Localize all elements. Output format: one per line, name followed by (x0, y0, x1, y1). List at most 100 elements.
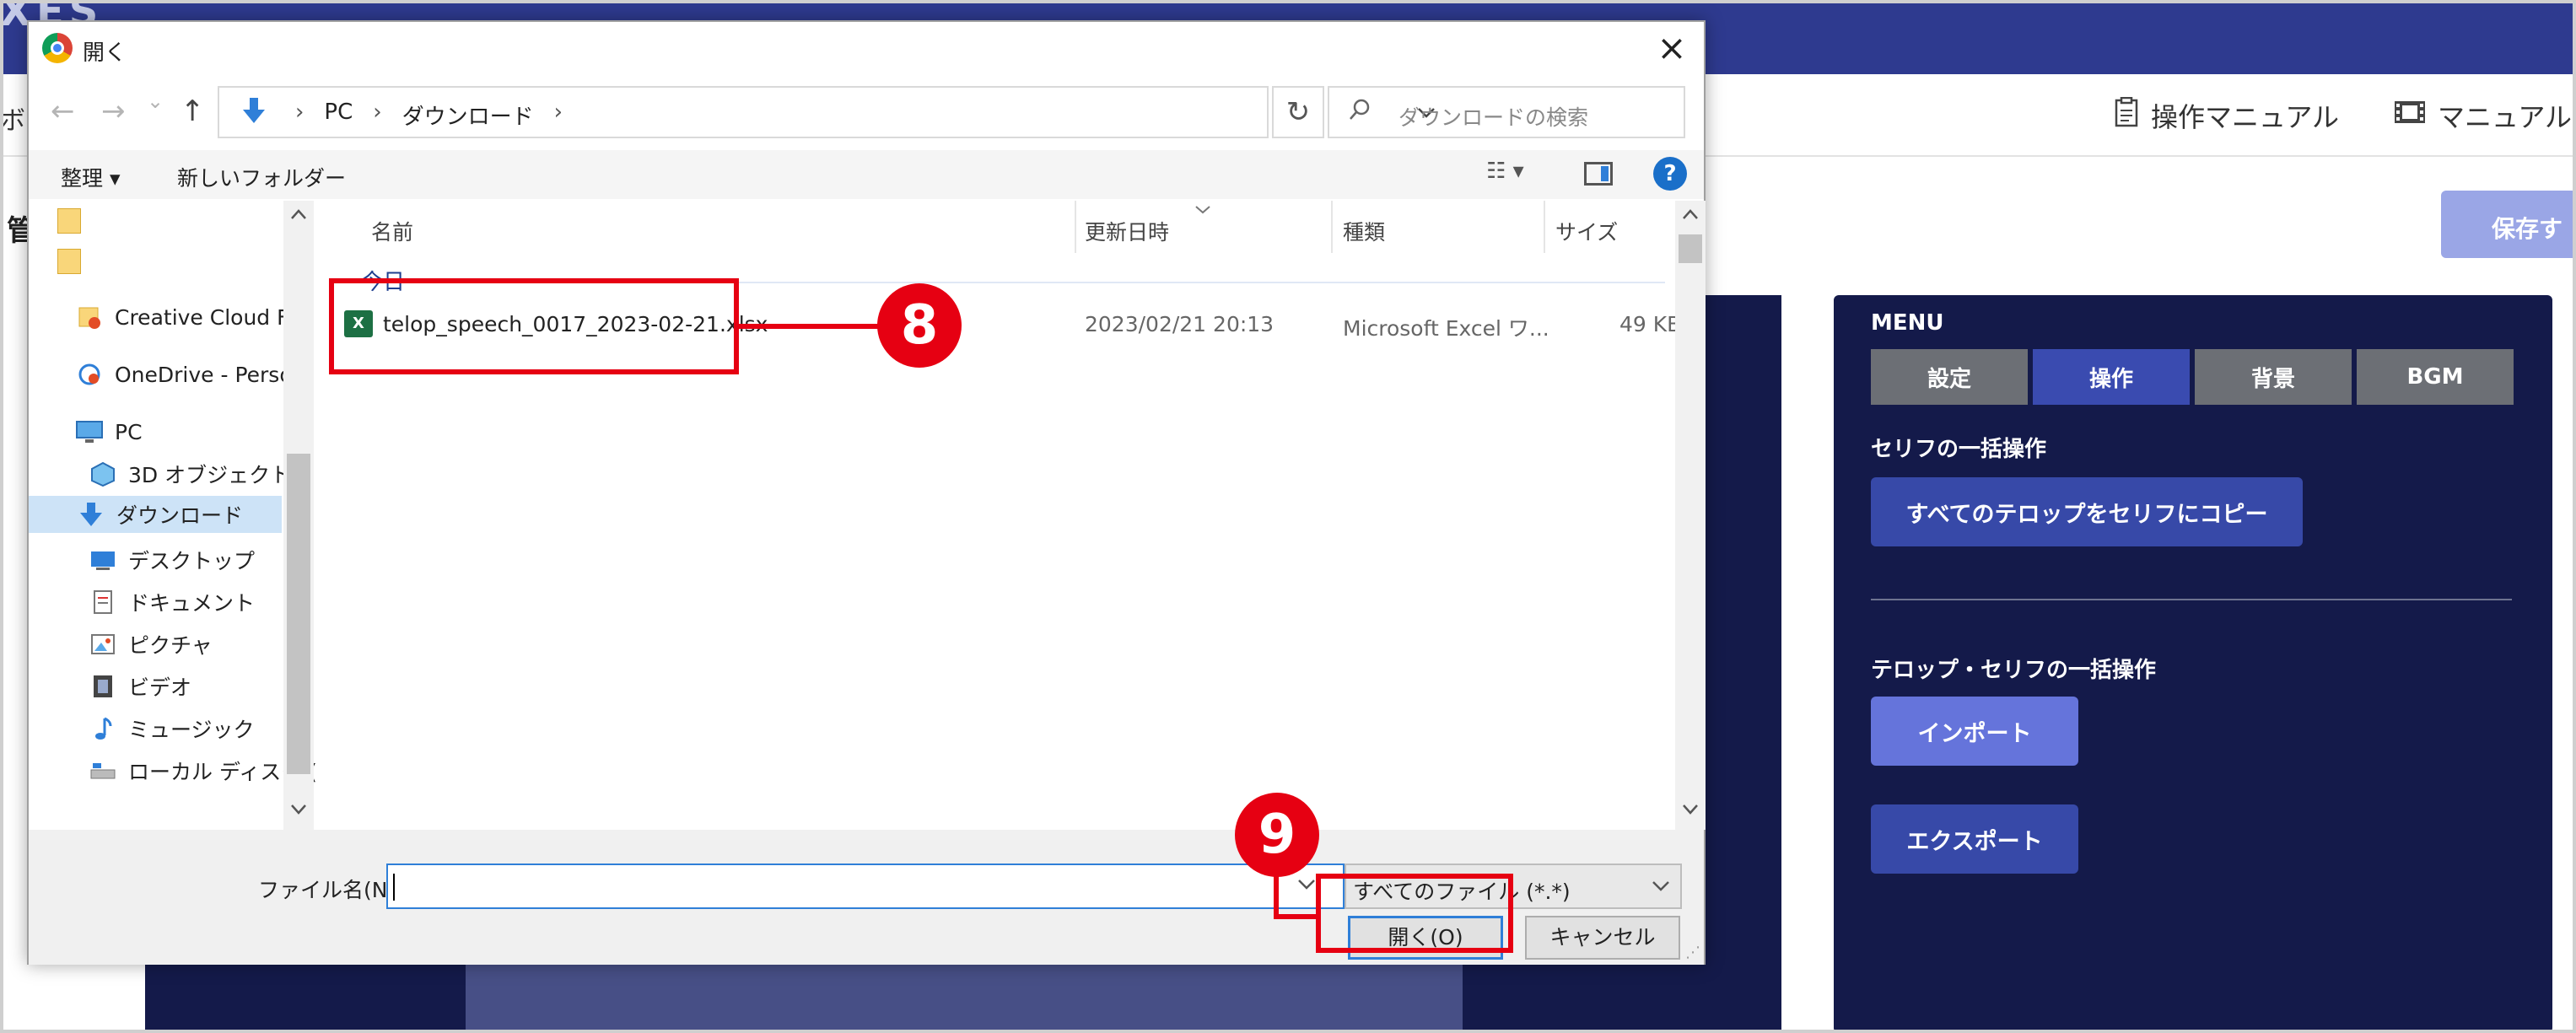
view-options-icon[interactable]: ☷ ▾ (1486, 159, 1524, 184)
nav-item-label: デスクトップ (128, 549, 256, 573)
preview-area (466, 961, 1463, 1033)
nav-item-documents[interactable]: ドキュメント (88, 584, 255, 621)
navigation-pane-scrollbar[interactable] (283, 201, 314, 830)
video-manual-link-label: マニュアル (2438, 101, 2573, 133)
file-date: 2023/02/21 20:13 (1085, 312, 1275, 336)
navigation-pane: Creative Cloud File OneDrive - Person PC… (29, 201, 331, 830)
nav-item-label: ビデオ (128, 675, 192, 700)
3d-objects-icon (88, 461, 118, 487)
nav-item-label: ミュージック (128, 718, 255, 742)
filename-input[interactable] (386, 864, 1345, 909)
nav-item-label: PC (115, 419, 143, 444)
document-icon (2114, 96, 2139, 134)
breadcrumb-pc[interactable]: PC (324, 100, 353, 131)
manual-link[interactable]: 操作マニュアル (2114, 96, 2339, 135)
nav-item-downloads[interactable]: ダウンロード (29, 496, 282, 533)
column-header-date[interactable]: 更新日時 (1085, 216, 1169, 246)
pictures-icon (88, 632, 118, 656)
preview-pane-icon[interactable] (1584, 162, 1613, 186)
nav-item-pc[interactable]: PC (74, 413, 143, 450)
new-folder-button[interactable]: 新しいフォルダー (177, 162, 346, 192)
download-folder-icon (241, 96, 267, 132)
nav-item-music[interactable]: ミュージック (88, 710, 255, 747)
filename-dropdown-icon[interactable] (1297, 872, 1316, 896)
callout-line-8 (739, 324, 891, 329)
nav-item-label: 3D オブジェクト (128, 463, 292, 487)
file-size: 49 KB (1619, 312, 1682, 336)
scroll-down-icon[interactable] (290, 799, 307, 820)
column-divider[interactable] (1544, 201, 1545, 253)
scroll-down-icon[interactable] (1682, 799, 1699, 820)
filename-label: ファイル名(N): (258, 878, 403, 902)
text-caret (393, 874, 395, 901)
menu-title: MENU (1871, 310, 1944, 336)
command-bar: 整理 ▾ 新しいフォルダー ☷ ▾ ? (29, 150, 1704, 199)
column-header-name[interactable]: 名前 (371, 216, 413, 246)
dialog-title: 開く (83, 40, 127, 66)
back-arrow-icon[interactable]: ← (51, 94, 75, 128)
column-divider[interactable] (1075, 201, 1076, 253)
callout-line-9 (1274, 874, 1279, 917)
column-header-size[interactable]: サイズ (1555, 216, 1618, 246)
address-bar[interactable]: › PC › ダウンロード › (218, 86, 1435, 138)
manual-link-label: 操作マニュアル (2151, 101, 2340, 133)
search-icon (1348, 98, 1372, 127)
folder-icon (54, 249, 84, 274)
sort-indicator-icon (1194, 199, 1211, 219)
import-button[interactable]: インポート (1871, 697, 2078, 766)
export-button[interactable]: エクスポート (1871, 804, 2078, 874)
tab-background[interactable]: 背景 (2195, 349, 2352, 405)
desktop-icon (88, 548, 118, 572)
copy-telops-button[interactable]: すべてのテロップをセリフにコピー (1871, 477, 2303, 546)
nav-item-videos[interactable]: ビデオ (88, 668, 191, 705)
tab-operations[interactable]: 操作 (2033, 349, 2190, 405)
highlight-open-button (1316, 874, 1513, 953)
recent-locations-icon[interactable]: ⌄ (147, 89, 164, 113)
nav-item-3d-objects[interactable]: 3D オブジェクト (88, 455, 291, 492)
navigation-bar: ← → ⌄ ↑ › PC › ダウンロード › ↻ ダウンロードの検索 (29, 81, 1704, 148)
organize-menu[interactable]: 整理 ▾ (61, 162, 121, 192)
save-button[interactable]: 保存す (2441, 191, 2576, 258)
nav-item-label: Creative Cloud File (115, 304, 312, 330)
film-icon (2394, 100, 2426, 132)
tab-settings[interactable]: 設定 (1871, 349, 2028, 405)
toolbar-partial-item[interactable]: ボ (0, 100, 25, 137)
open-file-dialog: 開く × ← → ⌄ ↑ › PC › ダウンロード › ↻ ダウンロードの検索… (27, 20, 1706, 965)
cancel-button[interactable]: キャンセル (1525, 916, 1680, 960)
breadcrumb-separator: › (295, 100, 304, 125)
scrollbar-thumb[interactable] (287, 454, 310, 774)
pc-icon (74, 419, 105, 444)
help-icon[interactable]: ? (1653, 157, 1687, 191)
column-divider[interactable] (1331, 201, 1333, 253)
up-arrow-icon[interactable]: ↑ (181, 94, 205, 128)
tab-bgm[interactable]: BGM (2357, 349, 2514, 405)
download-icon (76, 501, 106, 528)
nav-item-folder[interactable] (54, 243, 94, 280)
scroll-up-icon[interactable] (290, 204, 307, 225)
nav-item-label: ドキュメント (128, 591, 256, 616)
breadcrumb-downloads[interactable]: ダウンロード (402, 100, 534, 131)
search-placeholder: ダウンロードの検索 (1398, 105, 1589, 130)
breadcrumb-separator: › (373, 100, 382, 125)
breadcrumb: › PC › ダウンロード › (295, 100, 563, 131)
nav-item-folder[interactable] (54, 202, 94, 239)
nav-item-pictures[interactable]: ピクチャ (88, 626, 213, 663)
video-manual-link[interactable]: マニュアル (2394, 96, 2572, 135)
chrome-icon (42, 33, 73, 63)
refresh-icon[interactable]: ↻ (1272, 86, 1324, 138)
nav-item-desktop[interactable]: デスクトップ (88, 541, 255, 578)
scroll-up-icon[interactable] (1682, 204, 1699, 225)
section-speech-bulk: セリフの一括操作 (1871, 437, 2047, 462)
file-type: Microsoft Excel ワ... (1343, 316, 1549, 341)
nav-item-onedrive[interactable]: OneDrive - Person (74, 356, 305, 393)
nav-item-creative-cloud[interactable]: Creative Cloud File (74, 299, 312, 336)
close-icon[interactable]: × (1648, 25, 1695, 71)
nav-item-label: ピクチャ (128, 633, 213, 658)
file-list-scrollbar[interactable] (1675, 201, 1706, 830)
search-input[interactable]: ダウンロードの検索 (1328, 86, 1685, 138)
column-header-type[interactable]: 種類 (1343, 216, 1385, 246)
forward-arrow-icon[interactable]: → (101, 94, 126, 128)
menu-divider (1871, 599, 2512, 600)
resize-grip-icon[interactable]: ⋰ (1685, 944, 1700, 961)
scrollbar-thumb[interactable] (1679, 234, 1702, 263)
